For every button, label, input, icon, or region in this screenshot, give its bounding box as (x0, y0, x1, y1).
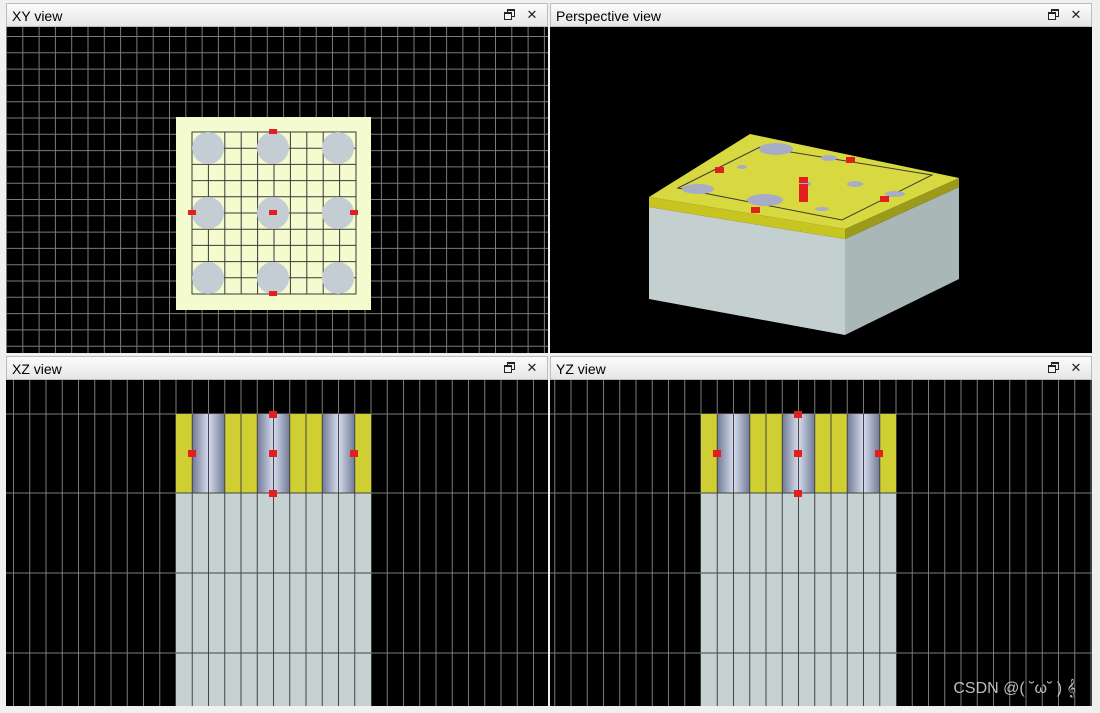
perspective-viewport[interactable] (550, 27, 1092, 353)
watermark-text: CSDN @( ˘ω˘ ) 𝄞 (953, 680, 1076, 697)
port-marker (269, 129, 277, 134)
restore-icon[interactable] (1045, 360, 1061, 376)
via-circle (322, 132, 354, 164)
via-circle (257, 262, 289, 294)
perspective-view-pane: Perspective view ✕ (550, 3, 1092, 353)
close-icon[interactable]: ✕ (524, 360, 540, 376)
xy-view-titlebar[interactable]: XY view ✕ (6, 3, 548, 27)
xz-canvas (6, 380, 548, 706)
restore-icon[interactable] (1045, 7, 1061, 23)
port-marker (269, 210, 277, 215)
xz-viewport[interactable] (6, 380, 548, 706)
port-marker (188, 450, 196, 457)
xy-viewport[interactable] (6, 27, 548, 353)
via-circle (322, 262, 354, 294)
yz-view-title: YZ view (556, 361, 606, 377)
port-marker (269, 490, 277, 497)
via-circle (192, 197, 224, 229)
xy-view-title: XY view (12, 8, 63, 24)
port-marker (269, 450, 277, 457)
restore-icon[interactable] (501, 360, 517, 376)
port-marker (794, 450, 802, 457)
close-icon[interactable]: ✕ (1068, 7, 1084, 23)
xy-canvas (6, 27, 548, 353)
via-circle (257, 132, 289, 164)
yz-canvas (550, 380, 1092, 706)
port-marker (188, 210, 196, 215)
xz-view-pane: XZ view ✕ (6, 356, 548, 706)
perspective-view-title: Perspective view (556, 8, 662, 24)
xz-view-title: XZ view (12, 361, 62, 377)
close-icon[interactable]: ✕ (1068, 360, 1084, 376)
port-marker (269, 291, 277, 296)
xz-view-titlebar[interactable]: XZ view ✕ (6, 356, 548, 380)
via-circle (192, 262, 224, 294)
via-circle (322, 197, 354, 229)
perspective-view-titlebar[interactable]: Perspective view ✕ (550, 3, 1092, 27)
via-circle (192, 132, 224, 164)
port-marker (794, 490, 802, 497)
yz-view-titlebar[interactable]: YZ view ✕ (550, 356, 1092, 380)
port-marker (350, 450, 358, 457)
close-icon[interactable]: ✕ (524, 7, 540, 23)
xy-view-pane: XY view ✕ (6, 3, 548, 353)
restore-icon[interactable] (501, 7, 517, 23)
port-marker (350, 210, 358, 215)
port-marker (713, 450, 721, 457)
yz-viewport[interactable]: CSDN @( ˘ω˘ ) 𝄞 (550, 380, 1092, 706)
port-marker (269, 411, 277, 418)
yz-view-pane: YZ view ✕ CSDN @( ˘ω˘ ) 𝄞 (550, 356, 1092, 706)
port-marker (794, 411, 802, 418)
port-marker (875, 450, 883, 457)
perspective-canvas (649, 134, 959, 335)
